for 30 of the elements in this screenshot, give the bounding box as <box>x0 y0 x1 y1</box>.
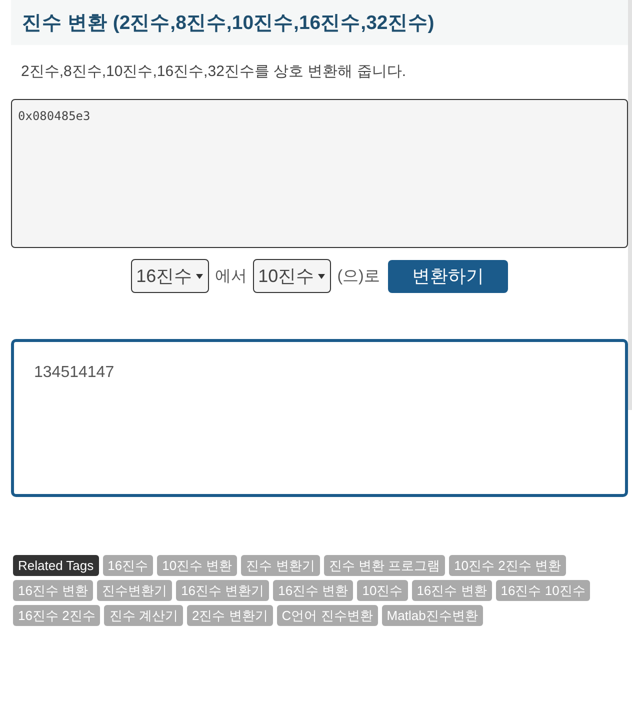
tag-link[interactable]: 진수 계산기 <box>104 605 183 626</box>
tag-link[interactable]: Matlab진수변환 <box>382 605 483 626</box>
to-select[interactable]: 10진수 <box>253 259 332 293</box>
from-select[interactable]: 16진수 <box>131 259 210 293</box>
tag-link[interactable]: 16진수 변환 <box>13 580 94 601</box>
tag-link[interactable]: 16진수 10진수 <box>496 580 590 601</box>
output-field[interactable]: 134514147 <box>11 339 628 497</box>
from-label: 에서 <box>215 266 248 286</box>
convert-button[interactable]: 변환하기 <box>388 260 508 292</box>
tag-link[interactable]: 16진수 변환 <box>412 580 492 601</box>
tag-link[interactable]: 16진수 변환기 <box>176 580 270 601</box>
tag-link[interactable]: 진수변환기 <box>97 580 172 601</box>
tag-link[interactable]: 10진수 <box>357 580 408 601</box>
tag-link[interactable]: 10진수 변환 <box>157 555 238 576</box>
caret-icon <box>318 274 326 278</box>
tag-link[interactable]: 진수 변환기 <box>241 555 320 576</box>
description-text: 2진수,8진수,10진수,16진수,32진수를 상호 변환해 줍니다. <box>21 62 408 82</box>
page-title: 진수 변환 (2진수,8진수,10진수,16진수,32진수) <box>22 11 434 36</box>
input-field[interactable]: 0x080485e3 <box>11 99 628 248</box>
scrollbar-thumb[interactable] <box>628 0 632 410</box>
tag-link[interactable]: 진수 변환 프로그램 <box>324 555 446 576</box>
tag-link[interactable]: 2진수 변환기 <box>186 605 273 626</box>
to-label: (으)로 <box>337 266 380 286</box>
tag-link[interactable]: C언어 진수변환 <box>276 605 378 626</box>
tag-link[interactable]: 16진수 <box>102 555 154 576</box>
tag-link[interactable]: 16진수 2진수 <box>13 605 100 626</box>
tag-link[interactable]: 10진수 2진수 변환 <box>449 555 566 576</box>
tag-link[interactable]: 16진수 변환 <box>273 580 354 601</box>
tags-label: Related Tags <box>13 555 99 576</box>
caret-icon <box>196 274 204 278</box>
